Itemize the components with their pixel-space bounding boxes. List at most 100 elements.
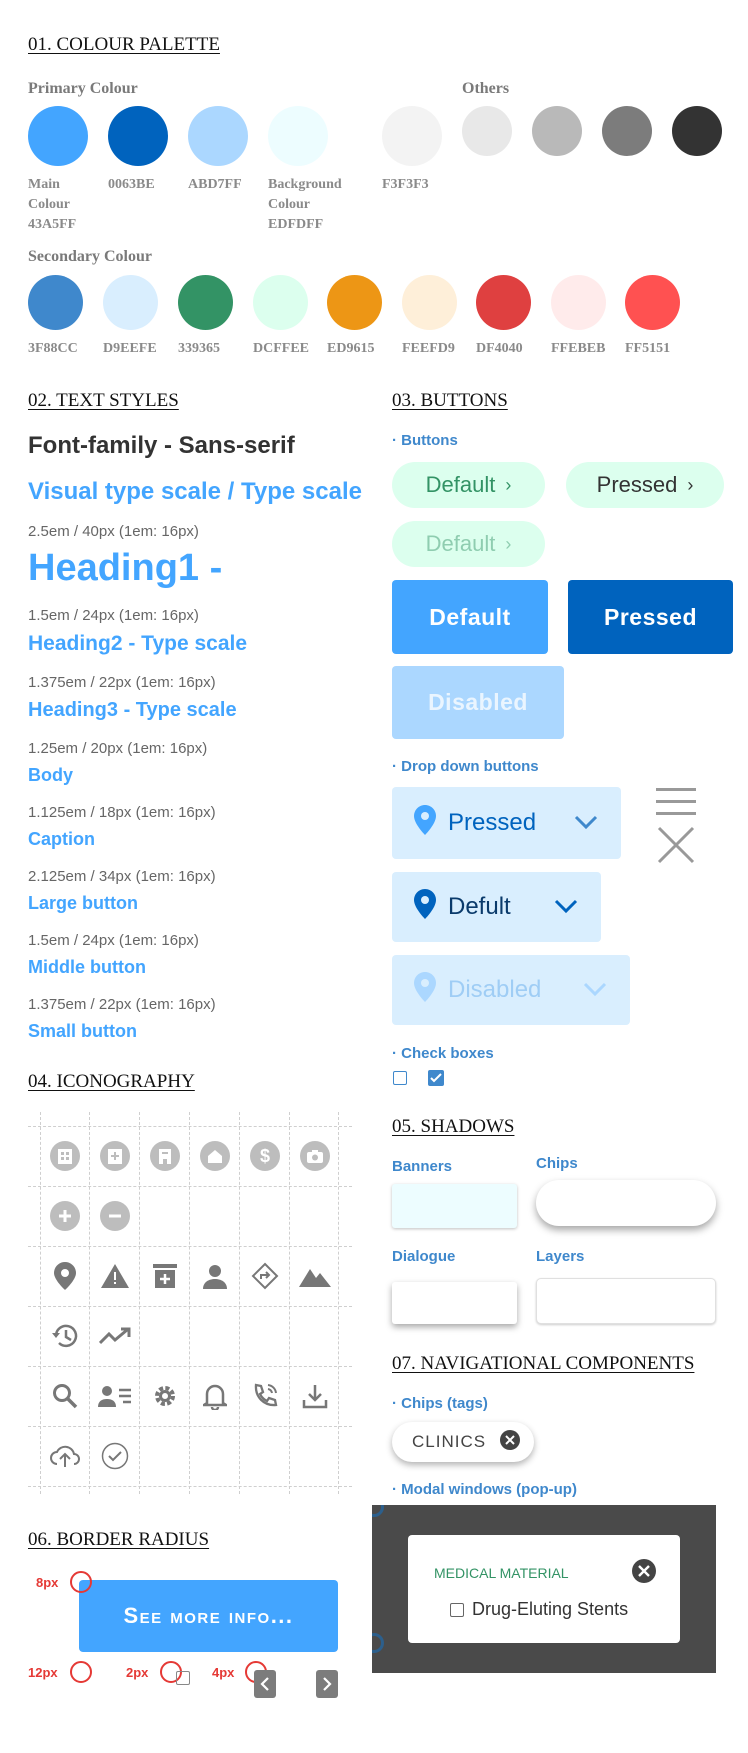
swatch-dcffee bbox=[253, 275, 308, 330]
swatch-label: DF4040 bbox=[476, 341, 523, 356]
section-title-text-styles: 02. TEXT STYLES bbox=[28, 390, 179, 411]
bell-icon bbox=[190, 1369, 240, 1423]
dropdown-default-label: Deful​t bbox=[448, 893, 511, 920]
small-button-sample: Small button bbox=[28, 1021, 137, 1041]
pill-pressed-button[interactable]: Pressed › bbox=[566, 462, 724, 508]
chevron-down-icon bbox=[582, 976, 608, 1004]
type-scale-heading: Visual type scale / Type scale bbox=[28, 478, 362, 505]
banners-label: Banners bbox=[392, 1158, 453, 1175]
chips-label: Chips bbox=[536, 1155, 578, 1172]
modal-window: MEDICAL MATERIAL Drug-Eluting Stents bbox=[408, 1535, 680, 1643]
pill-disabled-button[interactable]: Default › bbox=[392, 521, 545, 567]
camera-icon bbox=[290, 1129, 340, 1183]
close-icon[interactable] bbox=[656, 826, 696, 869]
clinic-building-icon bbox=[90, 1129, 140, 1183]
large-disabled-button[interactable]: Disabled bbox=[392, 666, 564, 739]
swatch-other-1 bbox=[462, 106, 512, 156]
checkbox-unchecked[interactable] bbox=[393, 1071, 407, 1085]
close-circle-icon[interactable] bbox=[500, 1429, 521, 1455]
dropdown-default[interactable]: Deful​t bbox=[392, 872, 601, 942]
checkbox-sample[interactable] bbox=[176, 1671, 190, 1685]
dropdown-disabled-label: Disabled bbox=[448, 976, 542, 1003]
chip-shadow-sample bbox=[536, 1180, 716, 1226]
see-more-info-button[interactable]: See more info... bbox=[79, 1580, 338, 1652]
swatch-label: ABD7FF bbox=[188, 177, 242, 192]
h2-spec: 1.5em / 24px (1em: 16px) bbox=[28, 607, 199, 624]
section-title-colour-palette: 01. COLOUR PALETTE bbox=[28, 34, 220, 55]
swatch-label: 3F88CC bbox=[28, 341, 78, 356]
body-sample: Body bbox=[28, 765, 73, 785]
swatch-label: FEEFD9 bbox=[402, 341, 455, 356]
chip-clinics-label: CLINICS bbox=[412, 1432, 487, 1451]
heading3-sample: Heading3 - Type scale bbox=[28, 699, 237, 721]
modal-backdrop[interactable]: MEDICAL MATERIAL Drug-Eluting Stents bbox=[372, 1505, 716, 1673]
swatch-main-colour bbox=[28, 106, 88, 166]
radius-8px-label: 8px bbox=[36, 1575, 59, 1590]
chevron-right-icon: › bbox=[505, 533, 512, 554]
modal-heading: MEDICAL MATERIAL bbox=[434, 1565, 569, 1581]
trending-up-icon bbox=[90, 1309, 140, 1363]
dollar-icon: $ bbox=[240, 1129, 290, 1183]
history-icon bbox=[40, 1309, 90, 1363]
dropdown-pressed[interactable]: Pressed bbox=[392, 787, 621, 859]
large-pressed-button[interactable]: Pressed bbox=[568, 580, 733, 654]
radius-4px-label: 4px bbox=[212, 1665, 235, 1680]
warning-icon bbox=[90, 1249, 140, 1303]
chevron-down-icon bbox=[573, 809, 599, 837]
checkboxes-subheading: · Check boxes bbox=[392, 1045, 494, 1062]
grid-line bbox=[28, 1186, 352, 1187]
checkbox-checked[interactable] bbox=[428, 1070, 444, 1086]
grid-line bbox=[28, 1246, 352, 1247]
section-title-iconography: 04. ICONOGRAPHY bbox=[28, 1071, 195, 1092]
directions-icon bbox=[240, 1249, 290, 1303]
modal-checkbox[interactable] bbox=[450, 1603, 464, 1617]
location-pin-icon bbox=[414, 804, 436, 842]
heading1-sample: Heading1 - bbox=[28, 547, 223, 589]
see-more-info-label: See more info... bbox=[123, 1603, 294, 1628]
chevron-right-icon bbox=[323, 1677, 332, 1691]
section-title-buttons: 03. BUTTONS bbox=[392, 390, 508, 411]
pill-pressed-label: Pressed bbox=[596, 472, 678, 497]
swatch-df4040 bbox=[476, 275, 531, 330]
section-title-border-radius: 06. BORDER RADIUS bbox=[28, 1529, 210, 1550]
swatch-label: 0063BE bbox=[108, 177, 155, 192]
grid-line bbox=[28, 1486, 352, 1487]
modal-option-label: Drug-Eluting Stents bbox=[472, 1599, 629, 1619]
radius-2px-label: 2px bbox=[126, 1665, 149, 1680]
swatch-339365 bbox=[178, 275, 233, 330]
pill-default-button[interactable]: Default › bbox=[392, 462, 545, 508]
dialogue-shadow-sample bbox=[392, 1282, 517, 1324]
large-pressed-label: Pressed bbox=[603, 603, 697, 630]
backdrop-decor bbox=[372, 1505, 384, 1517]
middle-button-sample: Middle button bbox=[28, 957, 146, 977]
buttons-subheading: · Buttons bbox=[392, 432, 458, 449]
next-button[interactable] bbox=[316, 1670, 338, 1698]
small-button-spec: 1.375em / 22px (1em: 16px) bbox=[28, 996, 216, 1013]
chevron-left-icon bbox=[260, 1677, 269, 1691]
swatch-label: FF5151 bbox=[625, 341, 671, 356]
gear-icon bbox=[140, 1369, 190, 1423]
swatch-ed9615 bbox=[327, 275, 382, 330]
dialogue-label: Dialogue bbox=[392, 1248, 456, 1265]
dropdown-subheading: · Drop down buttons bbox=[392, 758, 539, 775]
swatch-f3f3f3 bbox=[382, 106, 442, 166]
dropdown-disabled[interactable]: Disabled bbox=[392, 955, 630, 1025]
close-circle-icon[interactable] bbox=[632, 1559, 656, 1588]
large-button-spec: 2.125em / 34px (1em: 16px) bbox=[28, 868, 216, 885]
large-default-button[interactable]: Default bbox=[392, 580, 548, 654]
previous-button[interactable] bbox=[254, 1670, 276, 1698]
backdrop-decor bbox=[372, 1633, 384, 1653]
middle-button-spec: 1.5em / 24px (1em: 16px) bbox=[28, 932, 199, 949]
chip-clinics[interactable]: CLINICS bbox=[392, 1422, 534, 1462]
hospital-building-icon bbox=[40, 1129, 90, 1183]
caption-spec: 1.125em / 18px (1em: 16px) bbox=[28, 804, 216, 821]
radius-marker bbox=[70, 1661, 92, 1683]
swatch-label: FFEBEB bbox=[551, 341, 606, 356]
location-pin-icon bbox=[414, 888, 436, 926]
landscape-icon bbox=[290, 1249, 340, 1303]
section-title-navigational: 07. NAVIGATIONAL COMPONENTS bbox=[392, 1353, 695, 1374]
swatch-label: ED9615 bbox=[327, 341, 375, 356]
menu-icon[interactable] bbox=[656, 786, 696, 823]
swatch-feefd9 bbox=[402, 275, 457, 330]
checkmark-icon bbox=[430, 1073, 442, 1083]
